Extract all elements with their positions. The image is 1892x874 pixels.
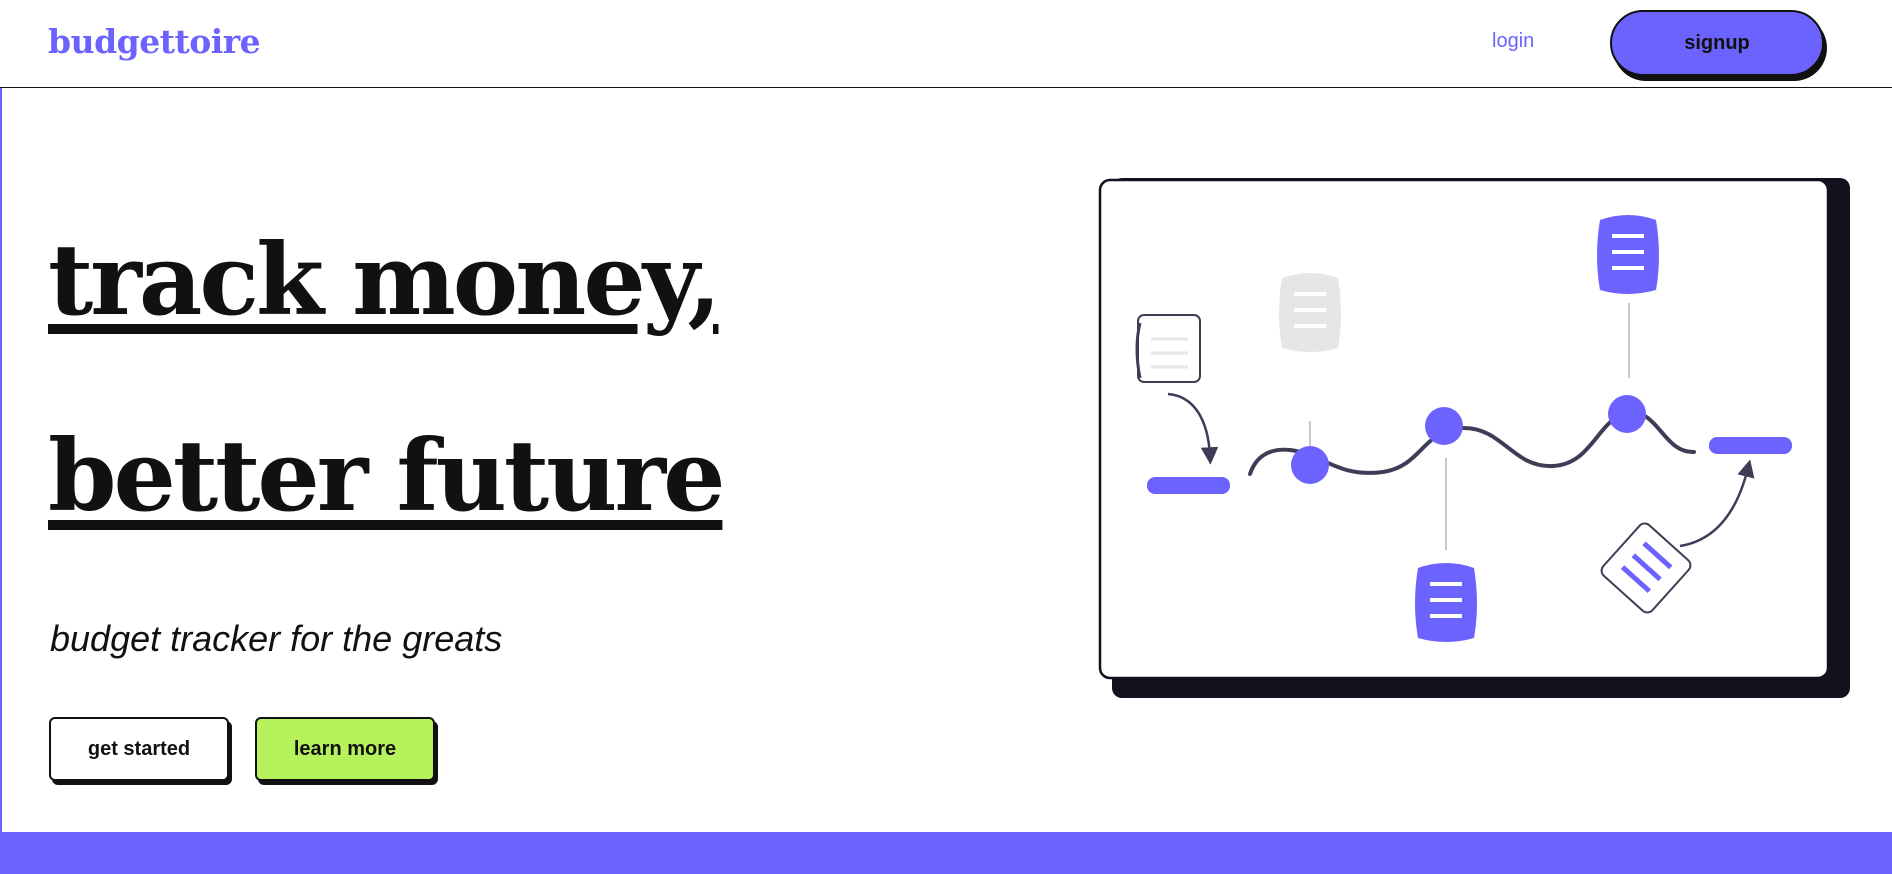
- timeline-end-bar: [1709, 437, 1792, 454]
- document-icon: [1279, 273, 1341, 352]
- document-icon: [1135, 314, 1201, 383]
- timeline-node: [1608, 395, 1646, 433]
- get-started-button[interactable]: get started: [49, 717, 229, 781]
- hero-tagline: budget tracker for the greats: [50, 618, 503, 659]
- learn-more-button[interactable]: learn more: [255, 717, 435, 781]
- hero-illustration: [1098, 178, 1850, 698]
- timeline-node: [1425, 407, 1463, 445]
- headline-line-2: better future: [48, 419, 725, 534]
- signup-button[interactable]: signup: [1610, 10, 1824, 76]
- login-link[interactable]: login: [1492, 30, 1534, 53]
- document-icon: [1415, 563, 1477, 642]
- top-nav-bar: budgettoire login signup: [0, 0, 1892, 88]
- timeline-node: [1291, 446, 1329, 484]
- brand-logo[interactable]: budgettoire: [48, 22, 261, 61]
- footer-band: [0, 832, 1892, 874]
- left-accent-rule: [0, 88, 2, 832]
- headline-line-1: track money,: [48, 223, 721, 338]
- timeline-start-bar: [1147, 477, 1230, 494]
- document-icon: [1597, 215, 1659, 294]
